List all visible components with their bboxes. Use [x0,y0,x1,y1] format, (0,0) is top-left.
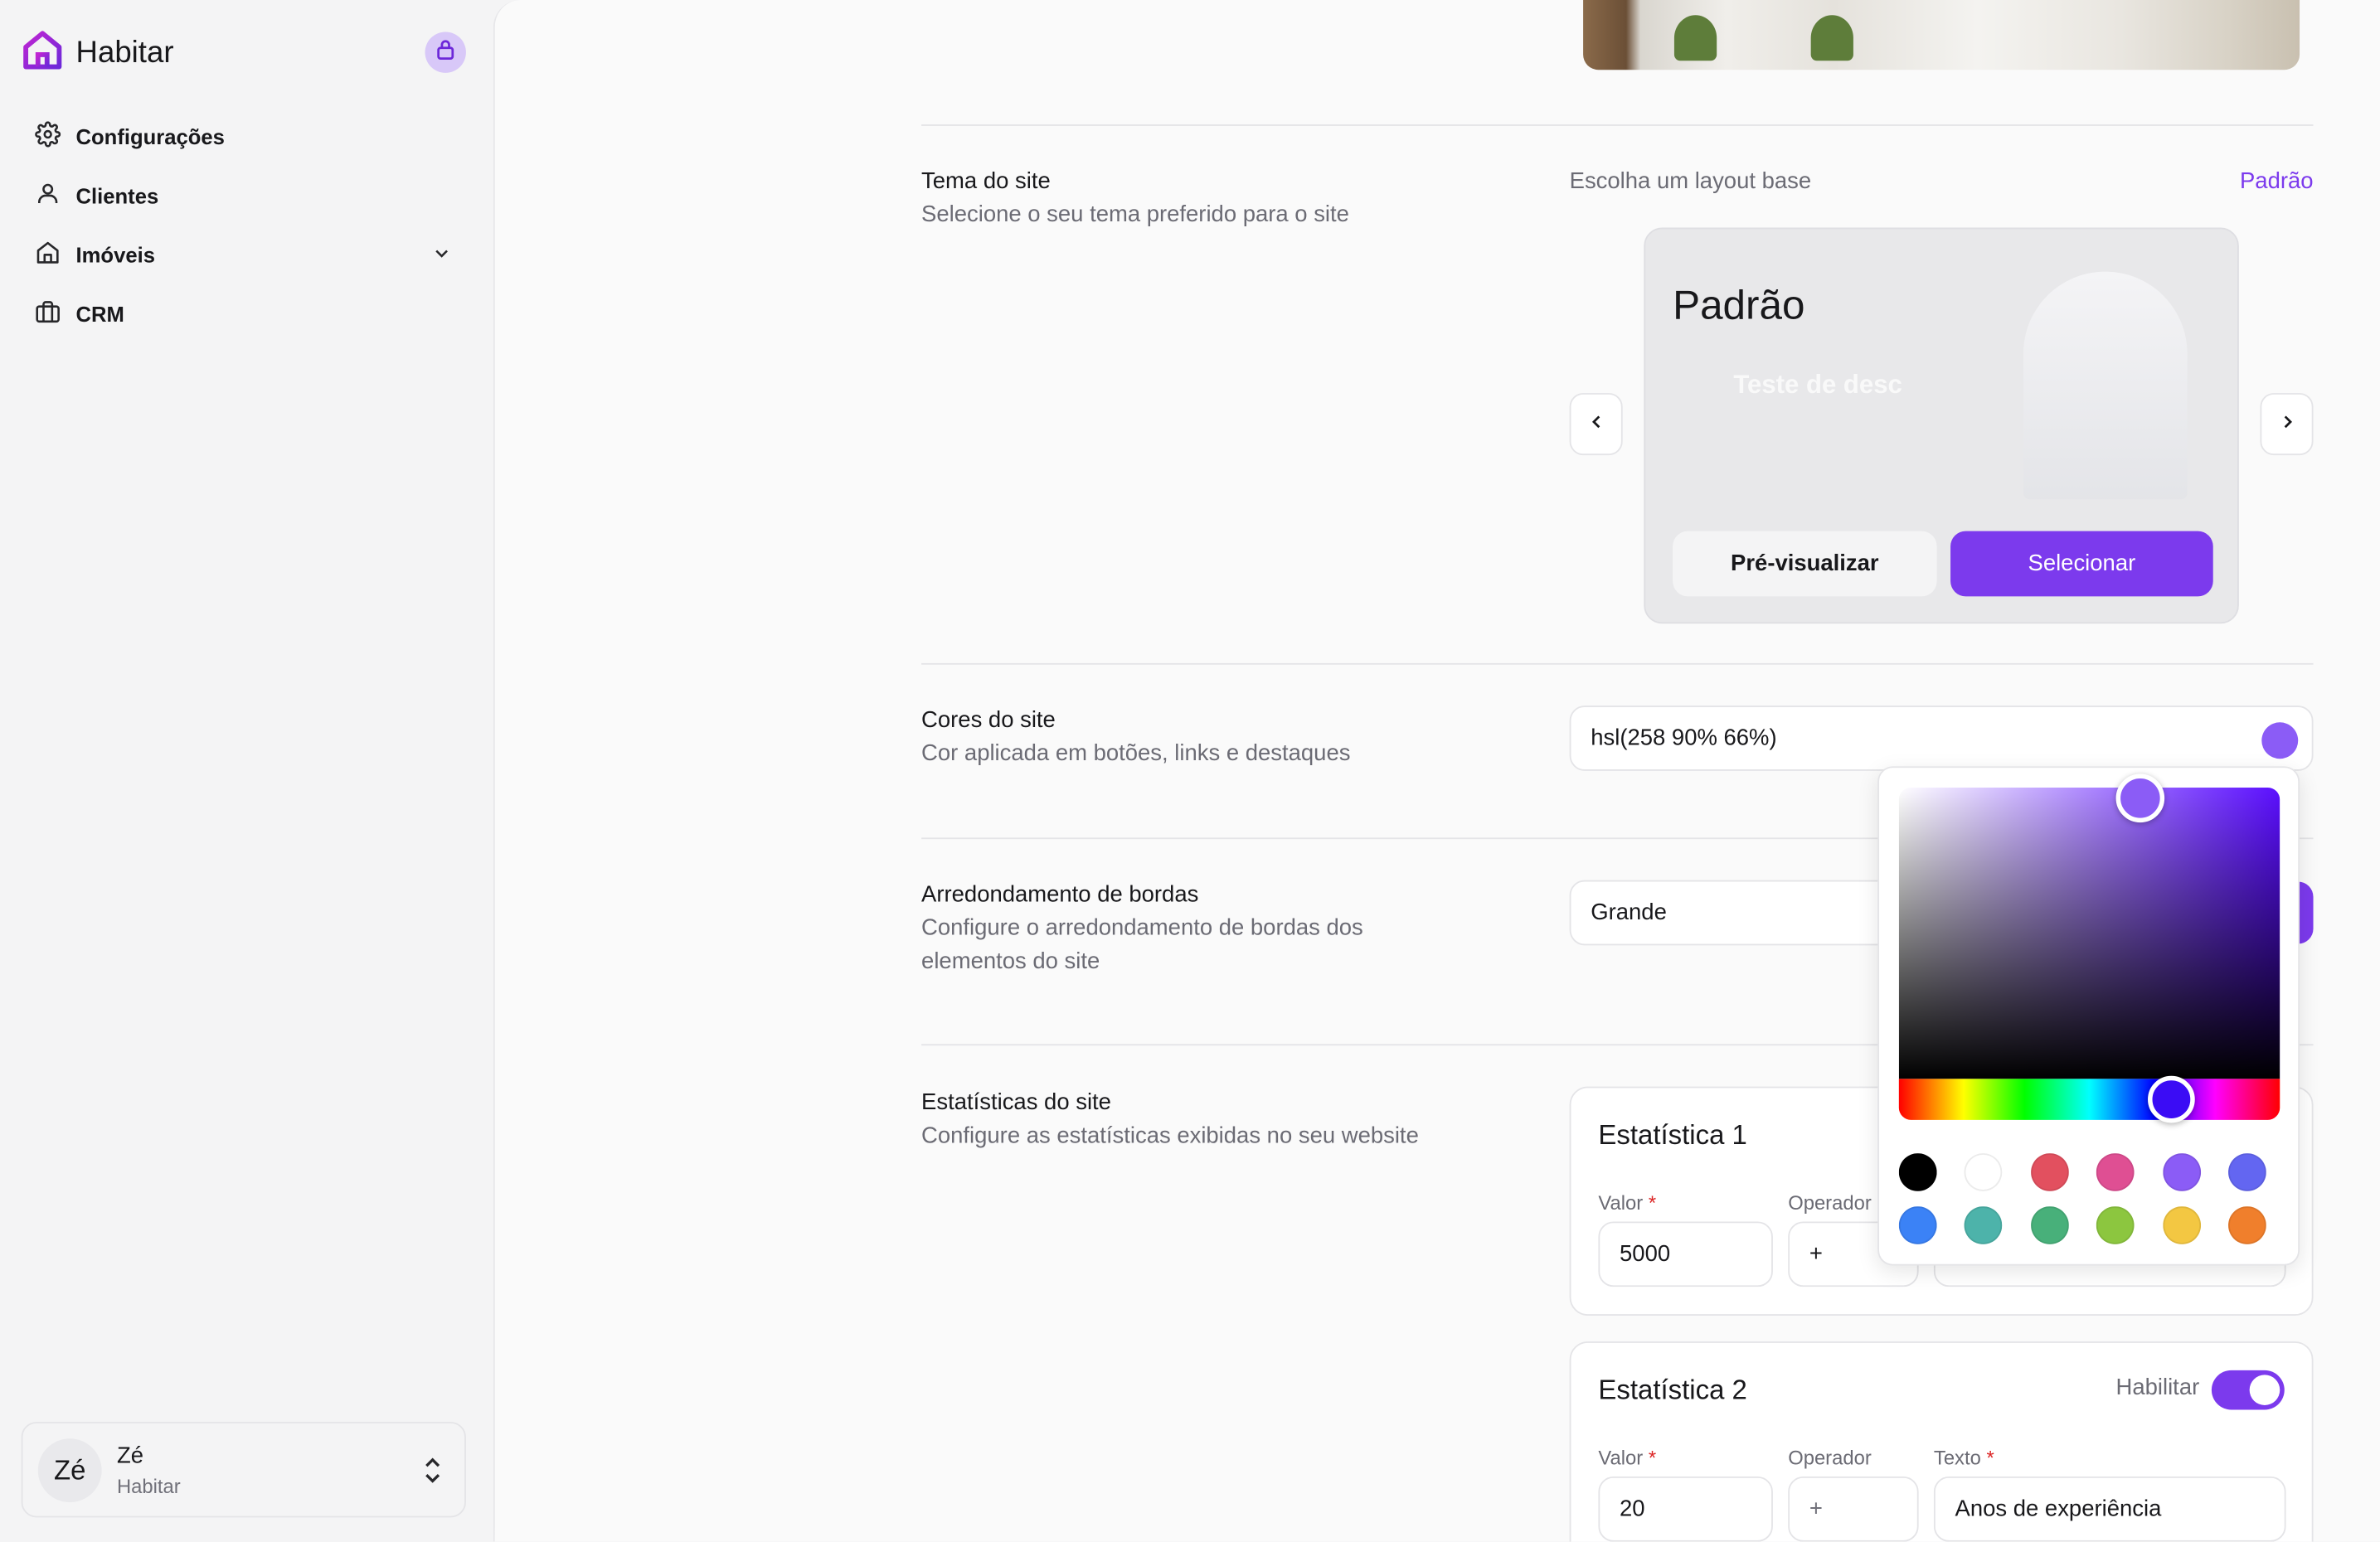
hue-handle[interactable] [2148,1075,2195,1123]
user-name: Zé [116,1443,144,1469]
gear-icon [35,120,61,152]
divider [921,124,2314,126]
stat-title: Estatística 2 [1598,1375,1747,1405]
color-presets [1898,1153,2280,1244]
color-preset-swatch[interactable] [2096,1206,2135,1244]
preview-button[interactable]: Pré-visualizar [1673,531,1937,597]
sidebar-item-configuracoes[interactable]: Configurações [22,106,471,165]
divider [921,662,2314,665]
theme-preview-text: Teste de desc [1733,370,1902,400]
sidebar-item-label: CRM [75,301,124,326]
brand-name: Habitar [75,36,174,70]
sidebar-item-label: Imóveis [75,241,155,267]
section-desc-borders: Configure o arredondamento de bordas dos… [921,914,1363,975]
saturation-handle[interactable] [2115,773,2165,823]
color-preset-swatch[interactable] [2227,1153,2266,1191]
section-desc-colors: Cor aplicada em botões, links e destaque… [921,740,1351,767]
color-preset-swatch[interactable] [1965,1153,2004,1191]
text-label: Texto * [1933,1446,1994,1469]
hue-slider[interactable] [1898,1079,2280,1120]
color-input[interactable]: hsl(258 90% 66%) [1569,706,2314,771]
value-input[interactable]: 5000 [1598,1221,1773,1287]
border-radius-value: Grande [1591,900,1667,926]
section-desc-theme: Selecione o seu tema preferido para o si… [921,201,1349,228]
section-title-theme: Tema do site [921,168,1051,195]
theme-preview-image [2023,271,2188,500]
chevron-right-icon [2278,410,2296,438]
color-preset-swatch[interactable] [1898,1206,1937,1244]
enable-label: Habilitar [2115,1375,2200,1401]
chevron-down-icon[interactable] [431,243,453,269]
enable-toggle[interactable] [2211,1370,2285,1410]
color-value: hsl(258 90% 66%) [1591,725,1777,752]
color-swatch[interactable] [2261,722,2299,759]
saturation-area[interactable] [1898,787,2280,1079]
plant-decoration [1673,15,1717,61]
operator-select[interactable]: + [1788,1476,1919,1542]
user-icon [35,180,61,211]
sidebar-item-label: Clientes [75,182,159,207]
operator-label: Operador [1788,1446,1872,1469]
value-label: Valor * [1598,1190,1657,1215]
section-title-borders: Arredondamento de bordas [921,881,1199,908]
sidebar-item-label: Configurações [75,124,225,148]
lock-button[interactable] [425,32,466,73]
operator-label: Operador [1788,1190,1872,1215]
value-label: Valor * [1598,1446,1657,1469]
text-input[interactable]: Anos de experiência [1933,1476,2286,1542]
sidebar-item-crm[interactable]: CRM [22,284,471,342]
stat-title: Estatística 1 [1598,1119,1747,1151]
theme-card-name: Padrão [1673,282,1805,328]
sidebar-item-imoveis[interactable]: Imóveis [22,225,471,284]
lock-icon [434,37,456,68]
hero-image [1583,0,2300,70]
select-theme-button[interactable]: Selecionar [1950,531,2213,597]
color-preset-swatch[interactable] [2030,1206,2069,1244]
user-menu[interactable]: Zé Zé Habitar [21,1422,466,1518]
sidebar-nav: Configurações Clientes Imóveis CRM [22,106,471,343]
sidebar-item-clientes[interactable]: Clientes [22,166,471,225]
current-layout: Padrão [2239,168,2314,195]
home-icon [35,239,61,269]
chevron-left-icon [1587,410,1605,438]
briefcase-icon [35,298,61,329]
section-title-stats: Estatísticas do site [921,1089,1111,1116]
color-picker-popover [1877,766,2300,1266]
avatar: Zé [37,1438,102,1503]
color-preset-swatch[interactable] [1965,1206,2004,1244]
layout-label: Escolha um layout base [1569,168,1812,195]
value-input[interactable]: 20 [1598,1476,1773,1542]
color-preset-swatch[interactable] [2096,1153,2135,1191]
user-org: Habitar [116,1475,181,1498]
color-preset-swatch[interactable] [1898,1153,1937,1191]
chevrons-up-down-icon [422,1457,444,1491]
color-preset-swatch[interactable] [2030,1153,2069,1191]
sidebar: Habitar Configurações Clientes Imóveis C… [0,0,493,1542]
stat-card-2: Estatística 2 Habilitar Valor * Operador… [1569,1341,2314,1542]
theme-card: Padrão Teste de desc Pré-visualizar Sele… [1644,227,2239,624]
brand[interactable]: Habitar [22,29,174,79]
theme-next-button[interactable] [2260,393,2314,456]
plant-decoration [1810,15,1853,61]
color-preset-swatch[interactable] [2162,1153,2201,1191]
color-preset-swatch[interactable] [2227,1206,2266,1244]
theme-prev-button[interactable] [1569,393,1623,456]
color-preset-swatch[interactable] [2162,1206,2201,1244]
section-title-colors: Cores do site [921,706,1056,734]
section-desc-stats: Configure as estatísticas exibidas no se… [921,1123,1419,1149]
habitar-logo-icon [22,29,64,79]
